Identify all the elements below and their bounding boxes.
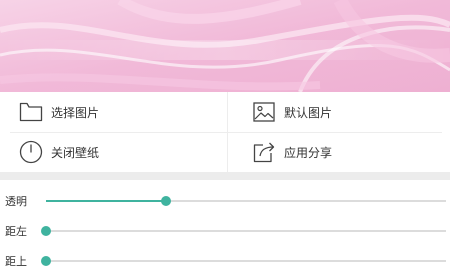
wallpaper-image (0, 0, 450, 92)
power-icon (19, 140, 43, 164)
left-offset-slider[interactable] (41, 226, 446, 236)
default-image-label: 默认图片 (284, 105, 333, 120)
left-offset-slider-thumb[interactable] (41, 226, 51, 236)
wallpaper-preview (0, 0, 450, 92)
top-offset-label: 距上 (5, 255, 27, 268)
section-divider (0, 172, 450, 180)
left-offset-slider-row: 距左 (0, 216, 450, 246)
opacity-slider-thumb[interactable] (161, 196, 171, 206)
default-image-button[interactable]: 默认图片 (228, 92, 450, 132)
top-offset-slider[interactable] (41, 256, 446, 266)
share-icon (252, 140, 276, 164)
opacity-slider-row: 透明 (0, 186, 450, 216)
close-wallpaper-label: 关闭壁纸 (51, 145, 100, 160)
folder-icon (19, 100, 43, 124)
action-grid: 选择图片 默认图片 关闭壁纸 应用分享 (0, 92, 450, 172)
opacity-label: 透明 (5, 195, 27, 208)
left-offset-label: 距左 (5, 225, 27, 238)
select-image-label: 选择图片 (51, 105, 100, 120)
opacity-slider[interactable] (46, 196, 446, 206)
slider-panel: 透明 距左 距上 (0, 180, 450, 269)
close-wallpaper-button[interactable]: 关闭壁纸 (0, 132, 227, 172)
image-icon (252, 100, 276, 124)
top-offset-slider-thumb[interactable] (41, 256, 51, 266)
share-app-button[interactable]: 应用分享 (228, 132, 450, 172)
opacity-slider-fill (46, 200, 166, 202)
select-image-button[interactable]: 选择图片 (0, 92, 227, 132)
top-offset-slider-row: 距上 (0, 246, 450, 276)
share-app-label: 应用分享 (284, 145, 333, 160)
